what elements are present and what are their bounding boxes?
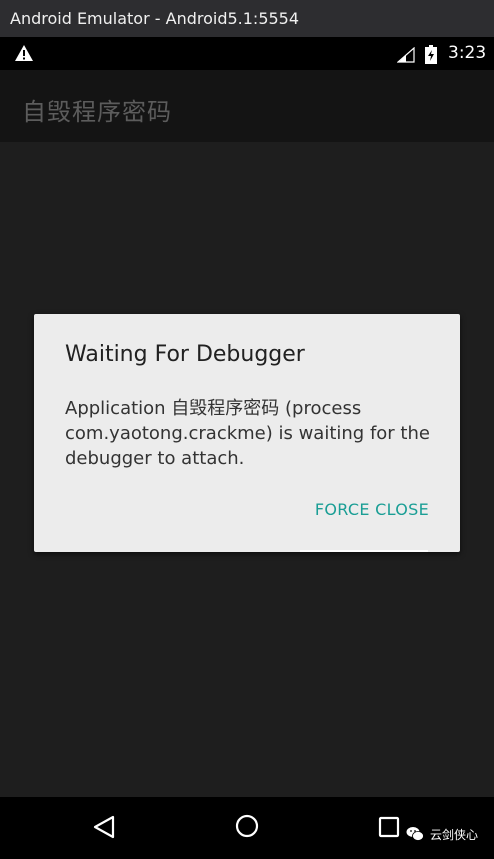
watermark-text: 云剑侠心 <box>430 827 479 842</box>
recents-icon[interactable] <box>378 816 400 838</box>
signal-icon <box>397 47 415 63</box>
dialog-button-divider <box>300 550 428 552</box>
warning-icon <box>15 45 33 61</box>
battery-icon <box>425 45 437 64</box>
status-bar: 3:23 <box>0 37 494 70</box>
app-title: 自毁程序密码 <box>22 98 172 126</box>
dialog-title: Waiting For Debugger <box>65 342 305 367</box>
window-title: Android Emulator - Android5.1:5554 <box>10 9 300 28</box>
dialog-message: Application 自毁程序密码 (process com.yaotong.… <box>65 398 430 469</box>
wechat-icon <box>406 827 424 841</box>
status-clock: 3:23 <box>448 43 487 63</box>
watermark: 云剑侠心 <box>406 824 478 844</box>
app-bar: 自毁程序密码 <box>0 70 494 142</box>
force-close-button[interactable]: FORCE CLOSE <box>315 500 429 519</box>
home-icon[interactable] <box>234 813 260 839</box>
window-title-bar: Android Emulator - Android5.1:5554 <box>0 0 494 37</box>
waiting-debugger-dialog: Waiting For Debugger Application 自毁程序密码 … <box>34 314 460 552</box>
back-icon[interactable] <box>91 814 117 840</box>
